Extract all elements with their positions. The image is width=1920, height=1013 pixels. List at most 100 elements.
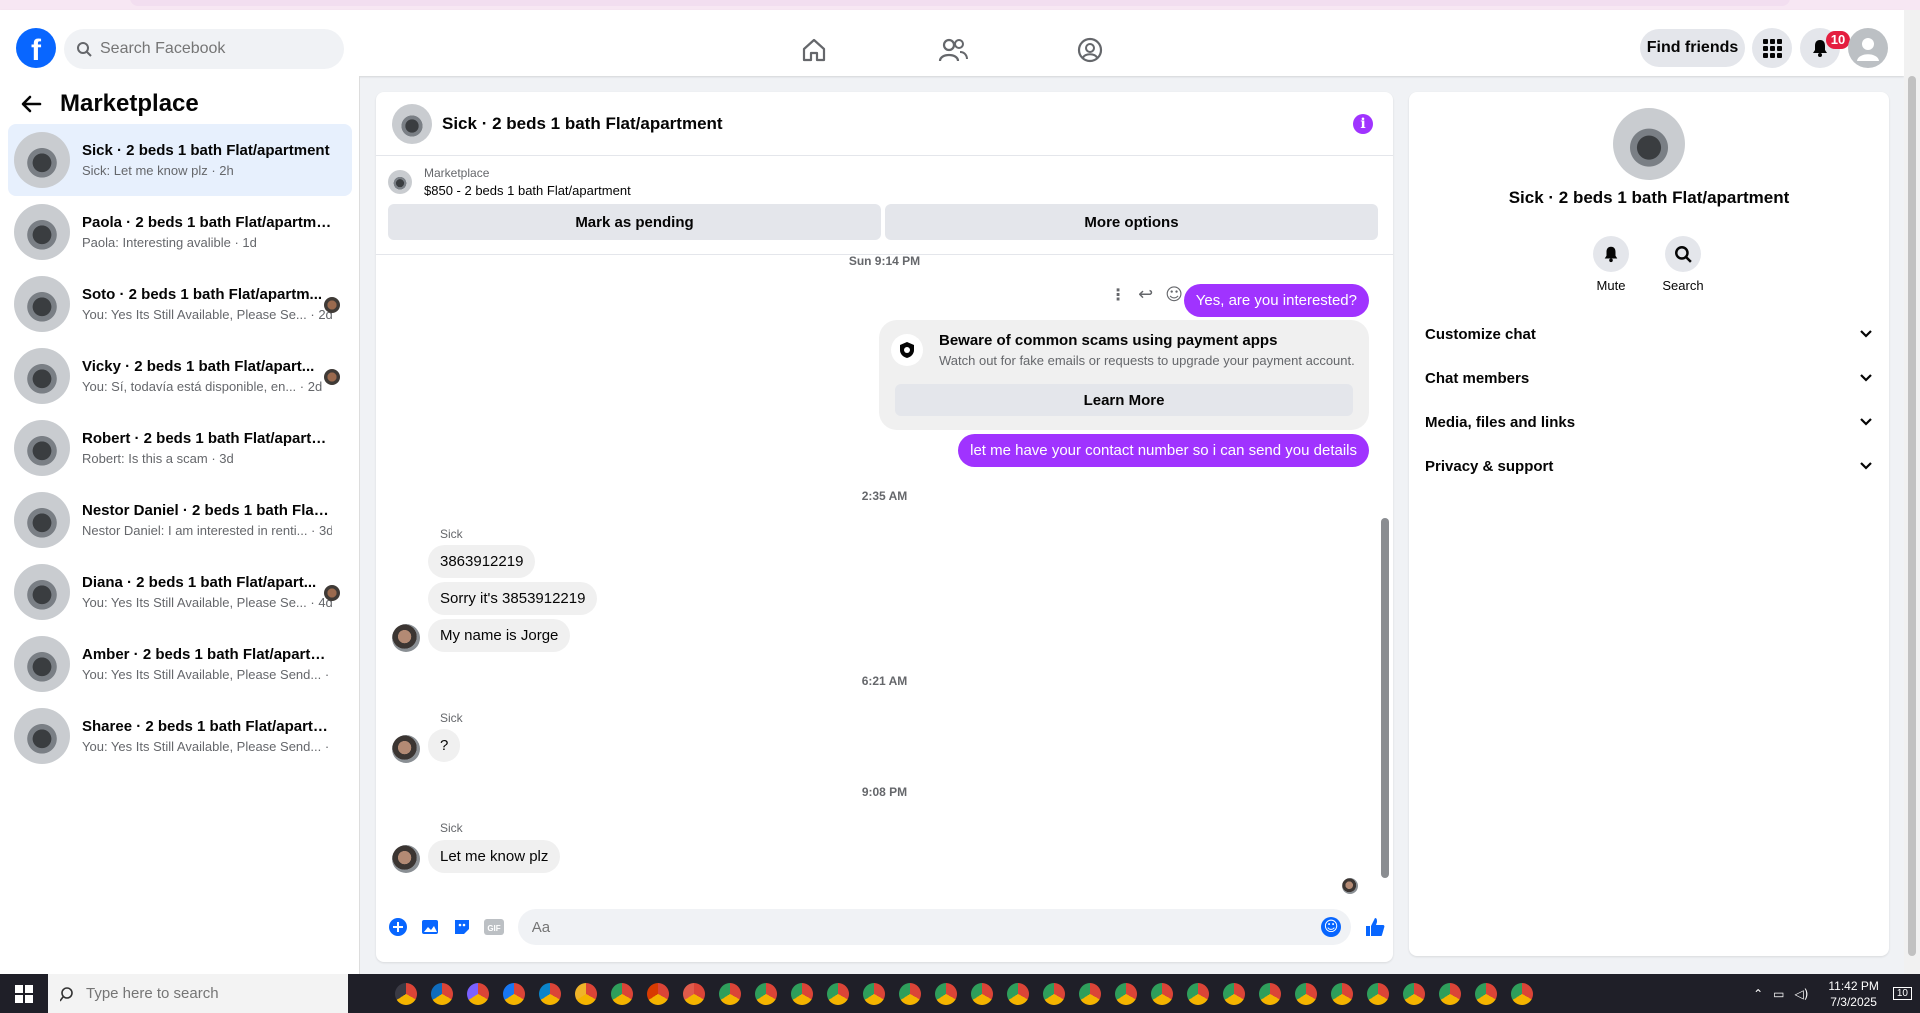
incoming-message[interactable]: Let me know plz: [428, 840, 561, 873]
chat-title[interactable]: Sick · 2 beds 1 bath Flat/apartment: [442, 114, 723, 134]
details-section-media-files-and-links[interactable]: Media, files and links: [1425, 404, 1873, 440]
facebook-logo-icon[interactable]: f: [16, 28, 56, 68]
chrome-icon[interactable]: [1291, 979, 1321, 1009]
conversation-item[interactable]: Paola · 2 beds 1 bath Flat/apartment Paol…: [8, 196, 352, 268]
chrome-icon[interactable]: [1507, 979, 1537, 1009]
details-section-chat-members[interactable]: Chat members: [1425, 360, 1873, 396]
chrome-icon[interactable]: [1363, 979, 1393, 1009]
chrome-icon[interactable]: [859, 979, 889, 1009]
emoji-icon[interactable]: ☺: [1321, 917, 1342, 937]
chrome-icon[interactable]: [1147, 979, 1177, 1009]
chrome-icon[interactable]: [895, 979, 925, 1009]
scrollbar-thumb[interactable]: [1381, 518, 1389, 878]
store-icon[interactable]: [643, 979, 673, 1009]
chrome-icon[interactable]: [967, 979, 997, 1009]
edge-icon[interactable]: [535, 979, 565, 1009]
clock[interactable]: 11:42 PM 7/3/2025: [1828, 978, 1878, 1010]
incoming-message[interactable]: Sorry it's 3853912219: [428, 582, 598, 615]
chrome-icon[interactable]: [1219, 979, 1249, 1009]
chrome-icon[interactable]: [1003, 979, 1033, 1009]
chrome-icon[interactable]: [1471, 979, 1501, 1009]
scrollbar-thumb[interactable]: [1908, 76, 1916, 956]
chrome-icon[interactable]: [1075, 979, 1105, 1009]
url-bar[interactable]: [130, 0, 1790, 6]
page-scrollbar[interactable]: [1904, 10, 1920, 974]
search-box[interactable]: [64, 29, 344, 69]
friends-icon[interactable]: [937, 34, 969, 66]
message-input[interactable]: [531, 918, 1292, 936]
outgoing-message[interactable]: let me have your contact number so i can…: [958, 434, 1369, 467]
mark-as-pending-button[interactable]: Mark as pending: [388, 204, 881, 240]
reply-icon[interactable]: ↩: [1138, 284, 1153, 305]
details-section-customize-chat[interactable]: Customize chat: [1425, 316, 1873, 352]
mute-button[interactable]: Mute: [1576, 236, 1646, 293]
file-explorer-icon[interactable]: [571, 979, 601, 1009]
conversation-item[interactable]: Sick · 2 beds 1 bath Flat/apartment Sick:…: [8, 124, 352, 196]
chrome-icon[interactable]: [787, 979, 817, 1009]
conversation-item[interactable]: Diana · 2 beds 1 bath Flat/apart... You: …: [8, 556, 352, 628]
outlook-icon[interactable]: [427, 979, 457, 1009]
copilot-icon[interactable]: [463, 979, 493, 1009]
chrome-icon[interactable]: [1111, 979, 1141, 1009]
search-input[interactable]: [100, 40, 320, 58]
incoming-message[interactable]: ?: [428, 729, 461, 762]
sender-avatar[interactable]: [392, 845, 420, 873]
task-view-icon[interactable]: [391, 979, 421, 1009]
learn-more-button[interactable]: Learn More: [895, 384, 1353, 416]
listing-thumbnail[interactable]: [388, 170, 412, 194]
menu-grid-icon[interactable]: [1752, 28, 1792, 68]
listing-title[interactable]: $850 - 2 beds 1 bath Flat/apartment: [424, 183, 631, 198]
chrome-icon[interactable]: [1039, 979, 1069, 1009]
conversation-item[interactable]: Robert · 2 beds 1 bath Flat/apartm... Rob…: [8, 412, 352, 484]
chrome-icon[interactable]: [1327, 979, 1357, 1009]
details-section-privacy-support[interactable]: Privacy & support: [1425, 448, 1873, 484]
conversation-avatar[interactable]: [1613, 108, 1685, 180]
chat-scrollbar[interactable]: [1381, 258, 1389, 888]
chrome-icon[interactable]: [751, 979, 781, 1009]
taskbar-search[interactable]: [48, 974, 348, 1013]
incoming-message[interactable]: 3863912219: [428, 545, 536, 578]
windows-start-icon[interactable]: [0, 974, 48, 1013]
taskbar-search-input[interactable]: [86, 985, 286, 1002]
photo-icon[interactable]: [416, 913, 444, 941]
sticker-icon[interactable]: [448, 913, 476, 941]
groups-icon[interactable]: [1074, 34, 1106, 66]
snip-icon[interactable]: [679, 979, 709, 1009]
gif-icon[interactable]: GIF: [480, 913, 508, 941]
chrome-icon[interactable]: [1183, 979, 1213, 1009]
incoming-message[interactable]: My name is Jorge: [428, 619, 571, 652]
message-input-box[interactable]: ☺: [517, 909, 1352, 945]
chat-avatar[interactable]: [392, 103, 432, 144]
chrome-icon[interactable]: [931, 979, 961, 1009]
conversation-item[interactable]: Amber · 2 beds 1 bath Flat/apartm... You:…: [8, 628, 352, 700]
conversation-item[interactable]: Vicky · 2 beds 1 bath Flat/apart... You: …: [8, 340, 352, 412]
chrome-icon[interactable]: [1435, 979, 1465, 1009]
network-icon[interactable]: ▭: [1773, 987, 1784, 1001]
home-icon[interactable]: [798, 34, 830, 66]
chevron-up-icon[interactable]: ⌃: [1753, 987, 1763, 1001]
chrome-icon[interactable]: [607, 979, 637, 1009]
chrome-icon[interactable]: [1255, 979, 1285, 1009]
more-vertical-icon[interactable]: ⋮: [1110, 285, 1126, 304]
notification-center-icon[interactable]: 10: [1892, 987, 1912, 1000]
back-arrow-icon[interactable]: [20, 93, 42, 115]
volume-icon[interactable]: ◁): [1794, 987, 1808, 1001]
search-in-conversation-button[interactable]: Search: [1648, 236, 1718, 293]
conversation-item[interactable]: Sharee · 2 beds 1 bath Flat/apartm... You…: [8, 700, 352, 772]
facebook-app-icon[interactable]: [499, 979, 529, 1009]
info-icon[interactable]: i: [1353, 114, 1373, 134]
conversation-item[interactable]: Nestor Daniel · 2 beds 1 bath Flat/... Ne…: [8, 484, 352, 556]
find-friends-button[interactable]: Find friends: [1640, 29, 1745, 67]
more-options-button[interactable]: More options: [885, 204, 1378, 240]
thumbs-up-icon[interactable]: [1361, 913, 1389, 941]
sender-avatar[interactable]: [392, 735, 420, 763]
chrome-icon[interactable]: [715, 979, 745, 1009]
plus-circle-icon[interactable]: [384, 913, 412, 941]
conversation-item[interactable]: Soto · 2 beds 1 bath Flat/apartm... You: …: [8, 268, 352, 340]
react-emoji-icon[interactable]: ☺: [1165, 285, 1183, 305]
outgoing-message[interactable]: Yes, are you interested?: [1183, 284, 1369, 317]
profile-avatar[interactable]: [1848, 28, 1888, 68]
sender-avatar[interactable]: [392, 624, 420, 652]
chrome-icon[interactable]: [1399, 979, 1429, 1009]
chrome-icon[interactable]: [823, 979, 853, 1009]
